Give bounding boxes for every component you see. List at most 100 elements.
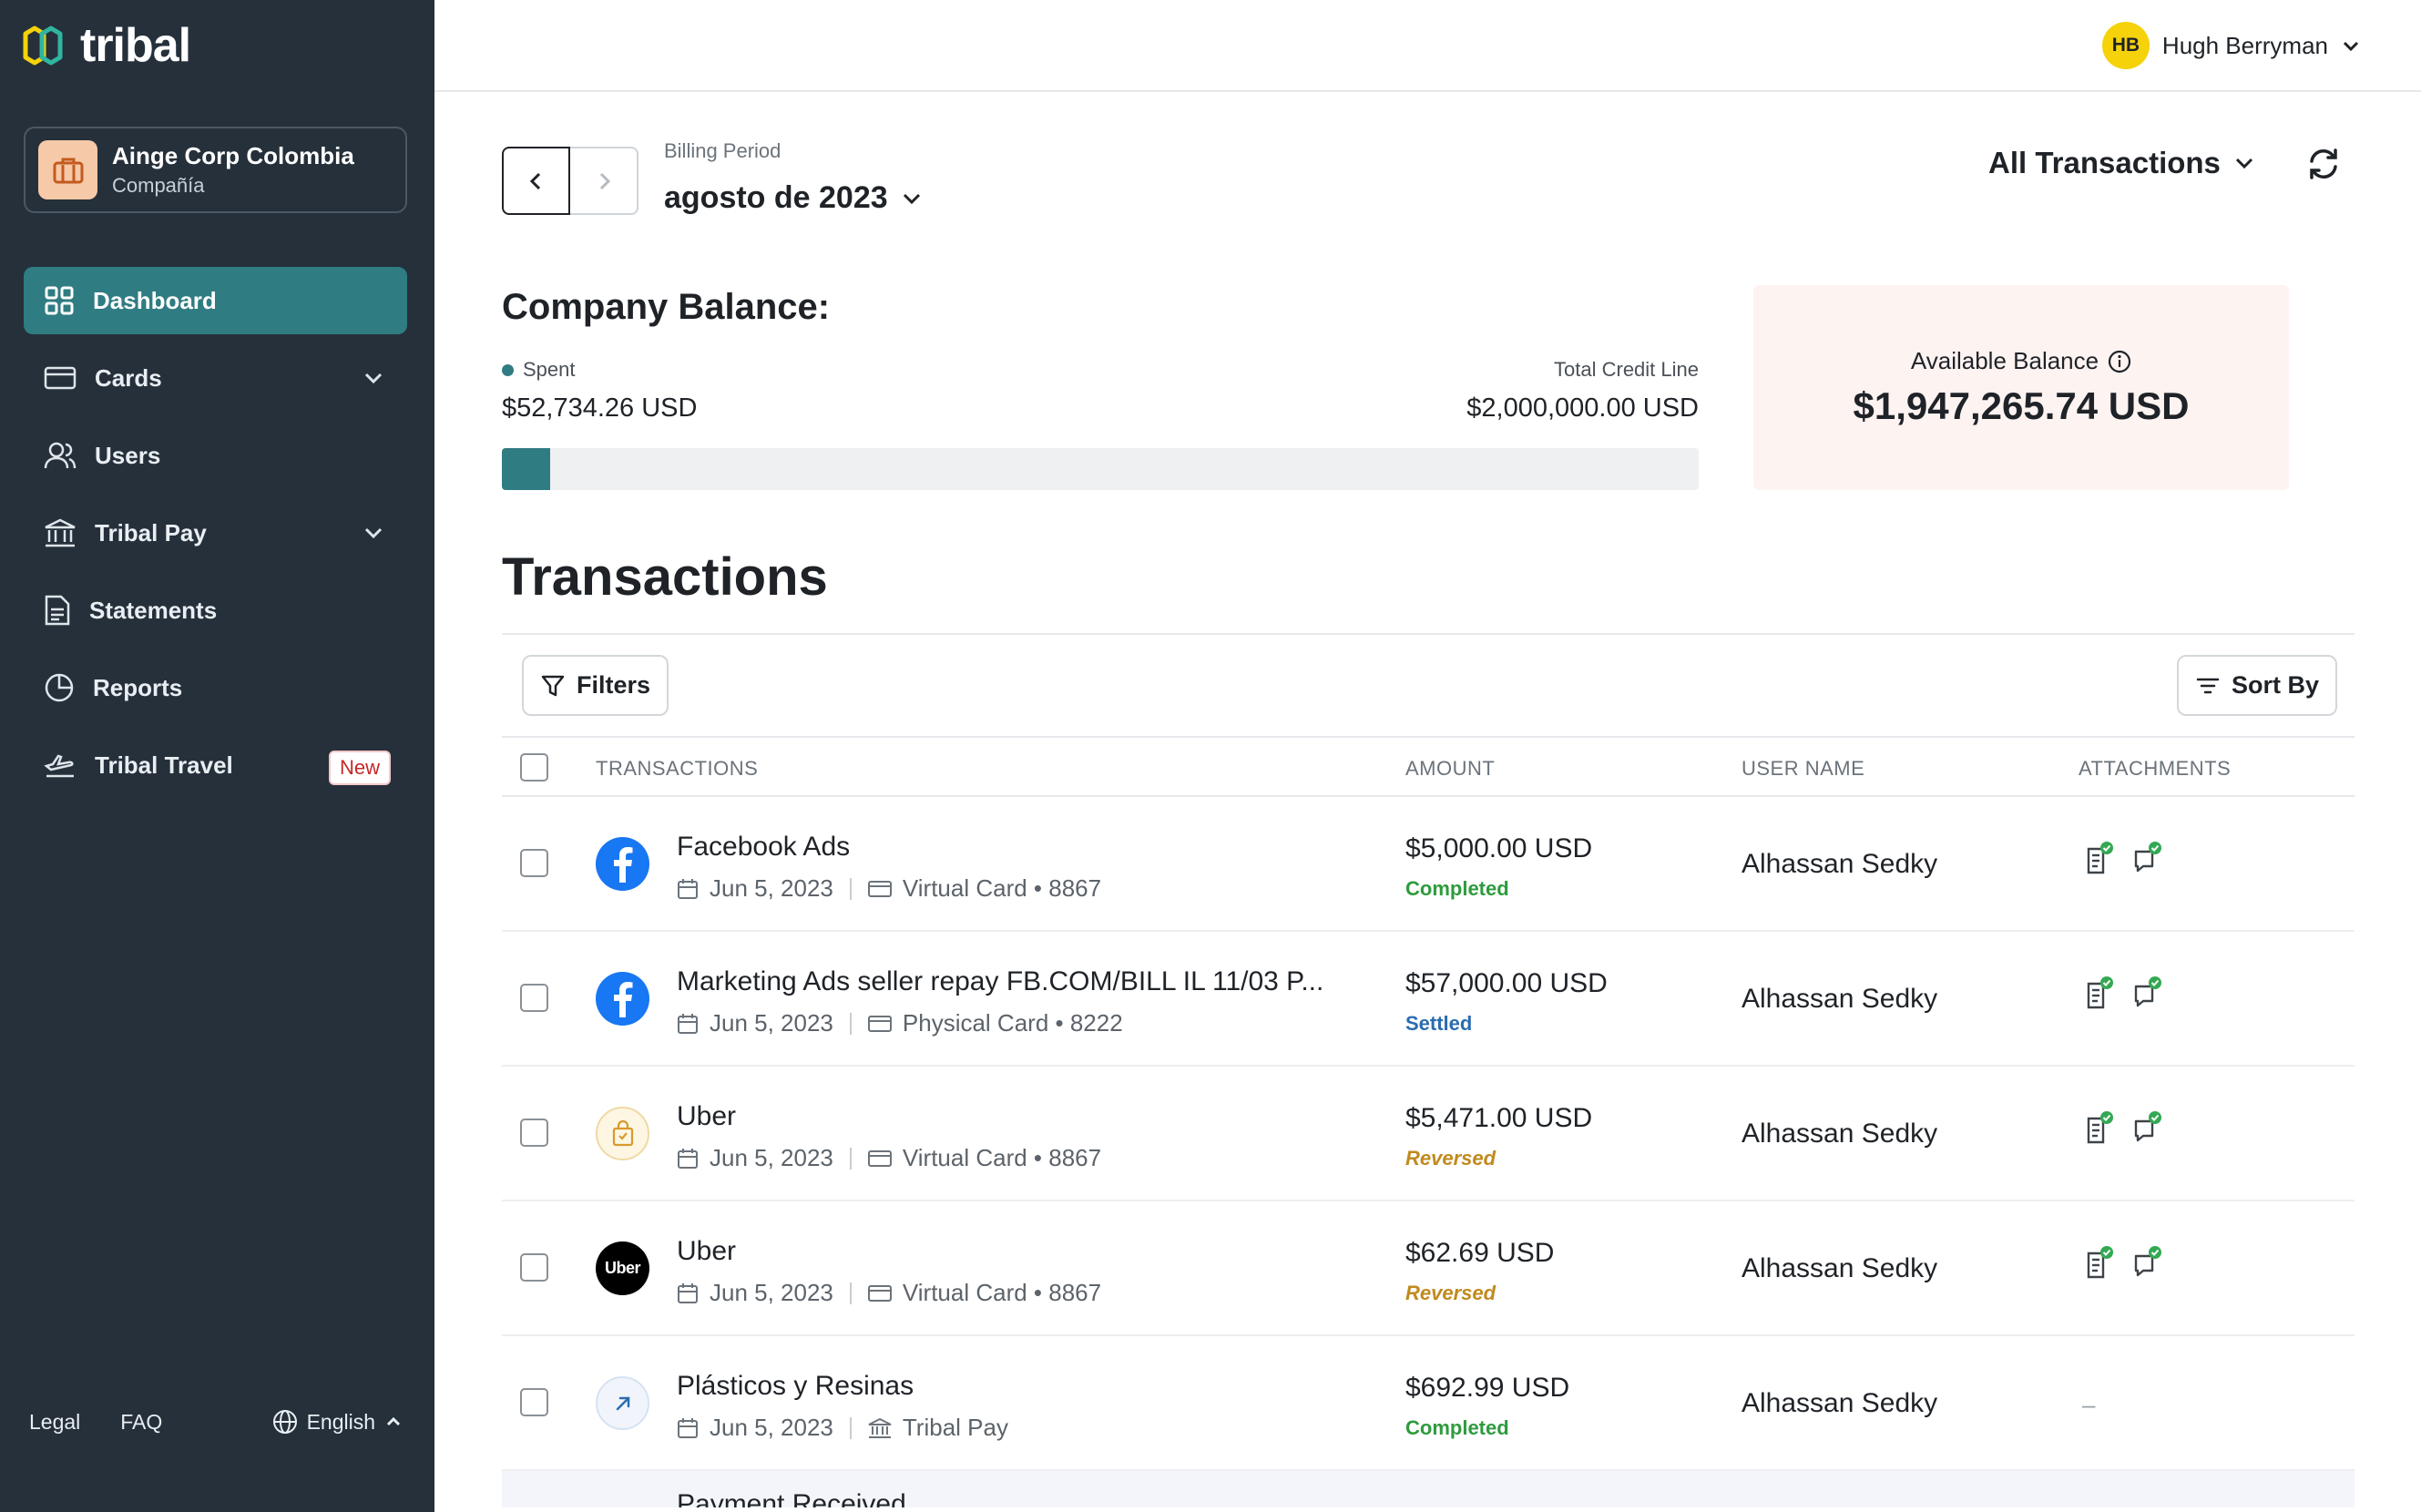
available-balance-label-text: Available Balance — [1910, 347, 2099, 374]
receipt-check-icon[interactable] — [2085, 976, 2116, 1010]
brand-name: tribal — [80, 19, 191, 72]
top-bar: HB Hugh Berryman — [434, 0, 2421, 92]
separator — [849, 1416, 852, 1439]
receipt-check-icon[interactable] — [2085, 841, 2116, 875]
billing-period-value: agosto de 2023 — [664, 180, 888, 215]
sidebar-item-tribal-pay[interactable]: Tribal Pay — [24, 499, 407, 567]
separator — [849, 1012, 852, 1035]
sidebar-item-label: Tribal Travel — [95, 751, 233, 779]
bank-icon — [45, 518, 76, 547]
transactions-view-label: All Transactions — [1988, 146, 2221, 179]
payment-method: Physical Card • 8222 — [902, 1009, 1123, 1037]
available-balance-label: Available Balance — [1753, 347, 2289, 375]
sort-by-button[interactable]: Sort By — [2177, 655, 2338, 716]
previous-period-button[interactable] — [502, 147, 570, 215]
payment-method: Virtual Card • 8867 — [902, 1279, 1102, 1306]
column-header-attachments[interactable]: ATTACHMENTS — [2079, 757, 2231, 781]
calendar-icon — [678, 1013, 698, 1034]
table-row[interactable]: Plásticos y Resinas Jun 5, 2023 Tribal P… — [502, 1336, 2355, 1471]
filter-icon — [541, 675, 565, 696]
transactions-table: TRANSACTIONS AMOUNT USER NAME ATTACHMENT… — [502, 736, 2355, 1507]
transaction-amount: $62.69 USD — [1405, 1238, 1555, 1268]
status-badge: Completed — [1405, 1416, 1509, 1439]
row-checkbox[interactable] — [520, 984, 548, 1012]
sidebar-item-tribal-travel[interactable]: Tribal Travel New — [24, 731, 407, 799]
table-row[interactable]: Marketing Ads seller repay FB.COM/BILL I… — [502, 932, 2355, 1067]
status-badge: Reversed — [1405, 1147, 1497, 1170]
row-checkbox[interactable] — [520, 849, 548, 877]
chevron-down-icon[interactable] — [362, 366, 385, 390]
chevron-down-icon[interactable] — [362, 521, 385, 545]
brand-logo[interactable]: tribal — [22, 18, 191, 73]
sidebar-item-label: Users — [95, 441, 161, 469]
merchant-name: Facebook Ads — [677, 832, 851, 862]
available-balance-card: Available Balance $1,947,265.74 USD — [1753, 285, 2289, 490]
transactions-view-dropdown[interactable]: All Transactions — [1988, 146, 2255, 180]
refresh-icon[interactable] — [2304, 145, 2343, 183]
merchant-name: Plásticos y Resinas — [677, 1371, 914, 1401]
credit-line-value: $2,000,000.00 USD — [1466, 393, 1699, 423]
separator — [849, 1282, 852, 1304]
sidebar-item-dashboard[interactable]: Dashboard — [24, 267, 407, 334]
comment-check-icon[interactable] — [2132, 976, 2163, 1010]
sidebar-item-users[interactable]: Users — [24, 422, 407, 489]
receipt-check-icon[interactable] — [2085, 1110, 2116, 1145]
sort-by-label: Sort By — [2232, 671, 2320, 699]
sidebar-item-statements[interactable]: Statements — [24, 577, 407, 644]
receipt-check-icon[interactable] — [2085, 1245, 2116, 1280]
select-all-checkbox[interactable] — [520, 753, 548, 782]
card-icon — [867, 1015, 892, 1032]
company-switcher[interactable]: Ainge Corp Colombia Compañía — [24, 127, 407, 213]
table-header: TRANSACTIONS AMOUNT USER NAME ATTACHMENT… — [502, 736, 2355, 797]
period-navigation — [502, 147, 638, 215]
table-row[interactable]: Facebook Ads Jun 5, 2023 Virtual Card • … — [502, 797, 2355, 932]
status-badge: Settled — [1405, 1012, 1473, 1035]
card-icon — [867, 880, 892, 897]
comment-check-icon[interactable] — [2132, 841, 2163, 875]
facebook-logo-icon — [596, 837, 649, 891]
transaction-meta: Jun 5, 2023 Virtual Card • 8867 — [677, 874, 1101, 903]
transaction-meta: Jun 5, 2023 Virtual Card • 8867 — [677, 1279, 1101, 1307]
facebook-logo-icon — [596, 972, 649, 1026]
user-name-cell: Alhassan Sedky — [1742, 1119, 1938, 1149]
language-selector[interactable]: English — [272, 1409, 403, 1435]
info-icon[interactable] — [2108, 350, 2131, 373]
sidebar-nav: Dashboard Cards Users Tribal Pay Stateme… — [24, 267, 407, 809]
table-row[interactable]: Payment Received — [502, 1471, 2355, 1507]
spent-label-text: Spent — [523, 358, 576, 381]
row-checkbox[interactable] — [520, 1253, 548, 1282]
chevron-up-icon — [386, 1416, 401, 1426]
sidebar-item-cards[interactable]: Cards — [24, 344, 407, 412]
user-menu[interactable]: HB Hugh Berryman — [2101, 22, 2361, 69]
table-row[interactable]: Uber Uber Jun 5, 2023 Virtual Card • 886… — [502, 1201, 2355, 1336]
sidebar-item-reports[interactable]: Reports — [24, 654, 407, 721]
calendar-icon — [678, 1282, 698, 1303]
row-checkbox[interactable] — [520, 1388, 548, 1416]
next-period-button[interactable] — [570, 147, 638, 215]
billing-period-selector[interactable]: agosto de 2023 — [664, 180, 923, 216]
user-name-cell: Alhassan Sedky — [1742, 1388, 1938, 1418]
table-row[interactable]: Uber Jun 5, 2023 Virtual Card • 8867 $5,… — [502, 1067, 2355, 1201]
transaction-date: Jun 5, 2023 — [710, 1009, 833, 1037]
chevron-left-icon — [529, 172, 540, 189]
plane-icon — [44, 754, 74, 778]
legal-link[interactable]: Legal — [29, 1410, 80, 1435]
calendar-icon — [678, 1417, 698, 1438]
no-attachments: – — [2082, 1391, 2096, 1418]
separator — [849, 1147, 852, 1170]
row-checkbox[interactable] — [520, 1119, 548, 1147]
filters-button[interactable]: Filters — [522, 655, 669, 716]
column-header-amount[interactable]: AMOUNT — [1405, 757, 1495, 781]
column-header-user-name[interactable]: USER NAME — [1742, 757, 1864, 781]
avatar: HB — [2101, 22, 2150, 69]
payment-method: Virtual Card • 8867 — [902, 1144, 1102, 1171]
sidebar: tribal Ainge Corp Colombia Compañía Dash… — [0, 0, 434, 1512]
available-balance-value: $1,947,265.74 USD — [1853, 384, 2190, 427]
user-name-cell: Alhassan Sedky — [1742, 984, 1938, 1014]
transaction-meta: Jun 5, 2023 Virtual Card • 8867 — [677, 1144, 1101, 1172]
faq-link[interactable]: FAQ — [120, 1410, 162, 1435]
comment-check-icon[interactable] — [2132, 1245, 2163, 1280]
column-header-transactions[interactable]: TRANSACTIONS — [596, 757, 758, 781]
comment-check-icon[interactable] — [2132, 1110, 2163, 1145]
document-icon — [45, 595, 70, 626]
